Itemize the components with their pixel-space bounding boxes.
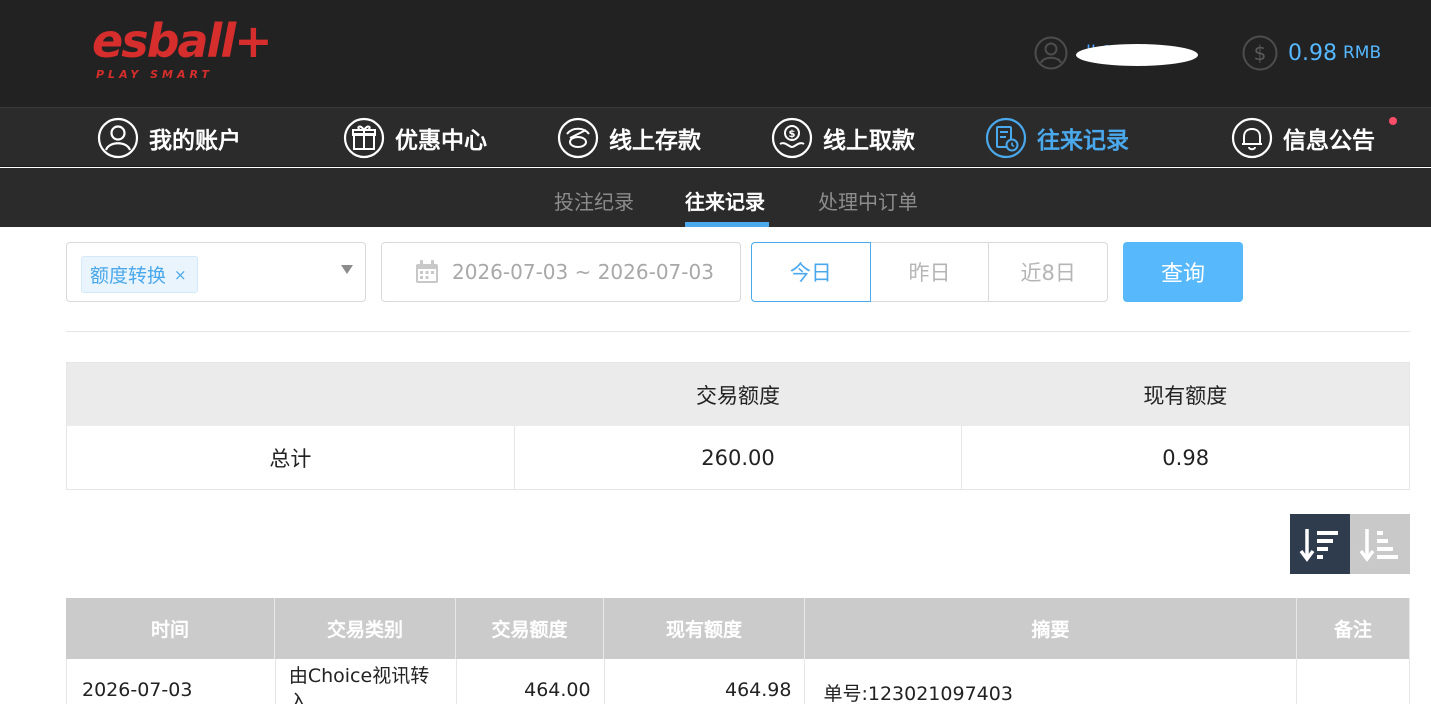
top-header: esball+ PLAY SMART lk98591 $ 0.98 RMB (0, 0, 1431, 107)
caret-down-icon[interactable] (341, 265, 353, 274)
col-header-amount: 交易额度 (456, 598, 604, 659)
summary-total-amount: 260.00 (513, 426, 962, 489)
sort-descending-button[interactable] (1290, 514, 1350, 574)
transaction-type-select[interactable]: 额度转换 × (66, 242, 366, 302)
records-icon (985, 117, 1027, 159)
nav-label: 我的账户 (149, 128, 241, 154)
logo-wordmark: esball+ (92, 14, 273, 68)
active-subtab-indicator (685, 222, 769, 227)
esball-logo[interactable]: esball+ PLAY SMART (92, 14, 273, 86)
summary-total-row: 总计 260.00 0.98 (67, 426, 1409, 489)
subtab-bet-records[interactable]: 投注纪录 (554, 186, 634, 215)
subtab-pending-orders[interactable]: 处理中订单 (818, 186, 918, 215)
balance-amount: 0.98 (1288, 40, 1337, 66)
summary-total-label: 总计 (269, 446, 312, 471)
summary-header-cell: 现有额度 (1143, 383, 1228, 408)
cell-type: 由Choice视讯转入 (276, 659, 457, 704)
cell-amount: 464.00 (457, 659, 605, 704)
main-nav: 我的账户 优惠中心 线上存款 $ 线上取款 往来记录 信息公告 (0, 107, 1431, 167)
nav-label: 优惠中心 (395, 128, 487, 154)
summary-current-balance: 0.98 (961, 426, 1409, 489)
user-account[interactable]: lk98591 (1034, 34, 1198, 72)
user-avatar-icon (1034, 36, 1068, 70)
withdraw-icon: $ (771, 117, 813, 159)
table-row: 2026-07-03 02:11:56 由Choice视讯转入 464.00 4… (66, 659, 1410, 704)
sort-ascending-icon (1359, 529, 1398, 562)
calendar-icon (416, 260, 438, 283)
nav-transaction-records[interactable]: 往来记录 (985, 117, 1129, 159)
user-icon (97, 117, 139, 159)
sort-ascending-button[interactable] (1350, 514, 1410, 574)
summary-header-cell (67, 363, 514, 426)
col-header-type: 交易类别 (275, 598, 456, 659)
gift-icon (343, 117, 385, 159)
date-range-picker[interactable]: 2026-07-03 ~ 2026-07-03 (381, 242, 741, 302)
summary-header: 交易额度 现有额度 (67, 363, 1409, 426)
selected-type-tag: 额度转换 × (81, 256, 198, 293)
col-header-time: 时间 (66, 598, 275, 659)
unread-notice-dot (1389, 117, 1397, 125)
nav-online-withdraw[interactable]: $ 线上取款 (771, 117, 915, 159)
yesterday-button[interactable]: 昨日 (870, 242, 990, 302)
quick-date-group: 今日 昨日 近8日 (751, 242, 1109, 302)
username: lk98591 (1076, 38, 1198, 68)
last-8-days-button[interactable]: 近8日 (989, 242, 1109, 302)
svg-text:$: $ (1254, 41, 1267, 65)
cell-remark (1297, 659, 1410, 704)
dollar-icon: $ (1242, 35, 1278, 71)
summary-table: 交易额度 现有额度 总计 260.00 0.98 (66, 362, 1410, 490)
sub-nav: 投注纪录 往来记录 处理中订单 (0, 168, 1431, 227)
query-button[interactable]: 查询 (1123, 242, 1243, 302)
nav-label: 往来记录 (1037, 128, 1129, 154)
svg-text:$: $ (789, 129, 796, 140)
records-header: 时间 交易类别 交易额度 现有额度 摘要 备注 (66, 598, 1410, 659)
cell-time: 2026-07-03 02:11:56 (67, 659, 276, 704)
tag-close-icon[interactable]: × (174, 266, 187, 284)
summary-header-cell: 交易额度 (695, 383, 780, 408)
bell-icon (1231, 117, 1273, 159)
nav-label: 线上存款 (609, 128, 701, 154)
records-table: 时间 交易类别 交易额度 现有额度 摘要 备注 2026-07-03 02:11… (66, 598, 1410, 704)
username-redaction (1076, 44, 1198, 66)
col-header-remark: 备注 (1297, 598, 1410, 659)
nav-label: 线上取款 (823, 128, 915, 154)
nav-label: 信息公告 (1283, 128, 1375, 154)
logo-tagline: PLAY SMART (96, 68, 213, 81)
balance-currency: RMB (1342, 43, 1382, 63)
cell-memo: 单号:123021097403 (805, 659, 1298, 704)
nav-my-account[interactable]: 我的账户 (97, 117, 241, 159)
today-button[interactable]: 今日 (751, 242, 871, 302)
tag-label: 额度转换 (90, 265, 167, 287)
nav-online-deposit[interactable]: 线上存款 (557, 117, 701, 159)
date-range-value: 2026-07-03 ~ 2026-07-03 (452, 260, 714, 284)
cell-balance: 464.98 (605, 659, 806, 704)
nav-announcements[interactable]: 信息公告 (1231, 117, 1375, 159)
col-header-balance: 现有额度 (604, 598, 805, 659)
subtab-transaction-records[interactable]: 往来记录 (685, 186, 765, 215)
deposit-icon (557, 117, 599, 159)
section-divider (66, 331, 1410, 332)
col-header-memo: 摘要 (805, 598, 1297, 659)
nav-promotions[interactable]: 优惠中心 (343, 117, 487, 159)
wallet-balance: $ 0.98 RMB (1242, 34, 1381, 72)
sort-descending-icon (1299, 529, 1338, 562)
